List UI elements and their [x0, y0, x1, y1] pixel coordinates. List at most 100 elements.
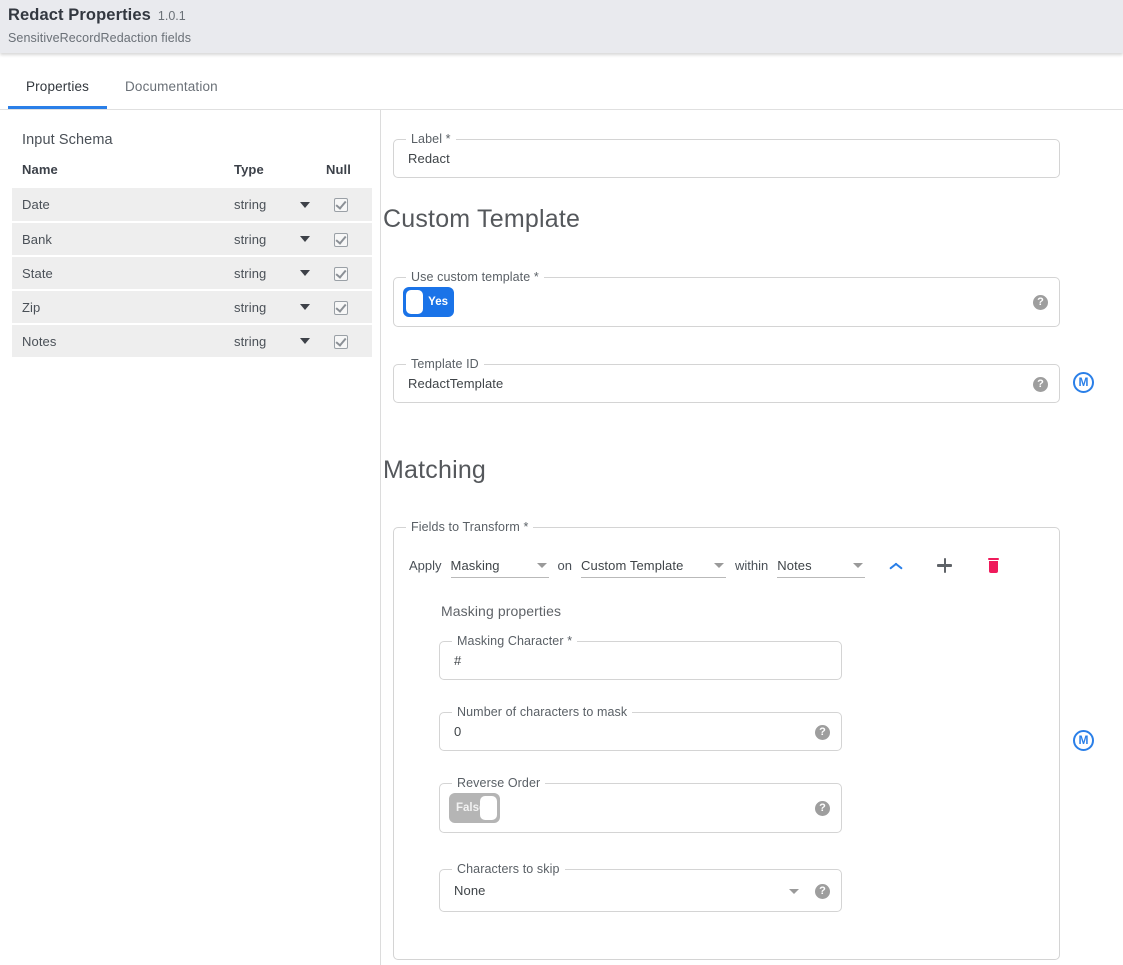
within-select[interactable]: Notes — [777, 553, 865, 578]
template-id-legend: Template ID — [406, 357, 484, 371]
null-checkbox[interactable] — [334, 301, 348, 315]
field-type-cell[interactable]: string — [224, 324, 316, 358]
macro-icon[interactable]: M — [1073, 372, 1094, 393]
number-of-characters-legend: Number of characters to mask — [452, 705, 632, 719]
macro-icon[interactable]: M — [1073, 730, 1094, 751]
within-label: within — [735, 558, 768, 573]
field-null-cell[interactable] — [316, 256, 372, 290]
field-name-cell: Date — [12, 188, 224, 222]
table-row: Zip string — [12, 290, 372, 324]
fields-to-transform-group: Fields to Transform * Apply Masking on C… — [393, 527, 1060, 960]
within-select-value: Notes — [777, 558, 811, 573]
field-null-cell[interactable] — [316, 222, 372, 256]
apply-label: Apply — [409, 558, 442, 573]
use-custom-template-legend: Use custom template * — [406, 270, 544, 284]
help-icon[interactable]: ? — [815, 725, 830, 740]
plugin-title-row: Redact Properties 1.0.1 — [8, 6, 1123, 25]
null-checkbox[interactable] — [334, 198, 348, 212]
field-type-value: string — [234, 334, 300, 349]
help-icon[interactable]: ? — [1033, 295, 1048, 310]
field-null-cell[interactable] — [316, 188, 372, 222]
reverse-order-legend: Reverse Order — [452, 776, 545, 790]
masking-character-legend: Masking Character * — [452, 634, 577, 648]
characters-to-skip-field[interactable]: Characters to skip None ? — [439, 869, 842, 912]
label-field-legend: Label * — [406, 132, 456, 146]
label-field[interactable]: Label * Redact — [393, 139, 1060, 178]
use-custom-template-field: Use custom template * Yes ? — [393, 277, 1060, 327]
input-schema-panel: Input Schema Name Type Null Date string — [0, 110, 381, 965]
field-null-cell[interactable] — [316, 324, 372, 358]
characters-to-skip-legend: Characters to skip — [452, 862, 565, 876]
toggle-knob — [480, 796, 497, 820]
properties-form-panel: Label * Redact Custom Template Use custo… — [381, 110, 1123, 965]
chevron-down-icon[interactable] — [300, 202, 310, 208]
toggle-knob — [406, 290, 423, 314]
field-type-cell[interactable]: string — [224, 290, 316, 324]
tab-documentation-label: Documentation — [125, 79, 218, 94]
input-schema-head: Name Type Null — [12, 162, 372, 188]
number-of-characters-field[interactable]: Number of characters to mask 0 ? — [439, 712, 842, 751]
chevron-down-icon[interactable] — [300, 338, 310, 344]
chevron-down-icon[interactable] — [300, 304, 310, 310]
chevron-down-icon[interactable] — [300, 270, 310, 276]
reverse-order-toggle[interactable]: False — [449, 793, 500, 823]
chevron-down-icon[interactable] — [789, 889, 799, 894]
apply-select[interactable]: Masking — [451, 553, 549, 578]
chevron-down-icon — [537, 563, 547, 568]
field-null-cell[interactable] — [316, 290, 372, 324]
table-header-row: Name Type Null — [12, 162, 372, 188]
delete-icon[interactable] — [987, 558, 1000, 574]
help-icon[interactable]: ? — [815, 801, 830, 816]
column-header-type: Type — [224, 162, 316, 188]
null-checkbox[interactable] — [334, 233, 348, 247]
chevron-down-icon — [714, 563, 724, 568]
characters-to-skip-value: None — [440, 870, 841, 911]
input-schema-body: Date string Bank strin — [12, 188, 372, 358]
chevron-down-icon — [853, 563, 863, 568]
use-custom-template-toggle-label: Yes — [428, 296, 448, 308]
column-header-null: Null — [316, 162, 372, 188]
chevron-down-icon[interactable] — [300, 236, 310, 242]
field-type-cell[interactable]: string — [224, 256, 316, 290]
masking-properties-heading: Masking properties — [441, 603, 561, 619]
field-name-cell: Notes — [12, 324, 224, 358]
help-icon[interactable]: ? — [1033, 377, 1048, 392]
tab-bar: Properties Documentation — [0, 63, 1123, 110]
add-icon[interactable] — [937, 558, 952, 573]
tab-properties-label: Properties — [26, 79, 89, 94]
null-checkbox[interactable] — [334, 335, 348, 349]
use-custom-template-toggle[interactable]: Yes — [403, 287, 454, 317]
chevron-up-icon[interactable] — [889, 562, 902, 570]
on-label: on — [558, 558, 572, 573]
null-checkbox[interactable] — [334, 267, 348, 281]
field-name-cell: State — [12, 256, 224, 290]
body-area: Input Schema Name Type Null Date string — [0, 110, 1123, 965]
on-select[interactable]: Custom Template — [581, 553, 726, 578]
masking-character-field[interactable]: Masking Character * # — [439, 641, 842, 680]
tab-properties[interactable]: Properties — [8, 63, 107, 109]
field-type-value: string — [234, 232, 300, 247]
table-row: Date string — [12, 188, 372, 222]
tab-documentation[interactable]: Documentation — [107, 63, 236, 109]
table-row: Bank string — [12, 222, 372, 256]
field-name-cell: Zip — [12, 290, 224, 324]
field-type-cell[interactable]: string — [224, 222, 316, 256]
reverse-order-field: Reverse Order False ? — [439, 783, 842, 833]
input-schema-title: Input Schema — [22, 132, 370, 148]
label-field-value: Redact — [394, 140, 1059, 177]
matching-heading: Matching — [383, 456, 486, 485]
transform-rule-row: Apply Masking on Custom Template within … — [409, 553, 1049, 578]
field-type-cell[interactable]: string — [224, 188, 316, 222]
fields-to-transform-legend: Fields to Transform * — [406, 520, 533, 534]
table-row: State string — [12, 256, 372, 290]
template-id-value: RedactTemplate — [394, 365, 1059, 402]
page-title: Redact Properties — [8, 6, 151, 25]
field-type-value: string — [234, 300, 300, 315]
apply-select-value: Masking — [451, 558, 500, 573]
plugin-version: 1.0.1 — [158, 9, 186, 23]
help-icon[interactable]: ? — [815, 884, 830, 899]
template-id-field[interactable]: Template ID RedactTemplate ? — [393, 364, 1060, 403]
table-row: Notes string — [12, 324, 372, 358]
field-name-cell: Bank — [12, 222, 224, 256]
field-type-value: string — [234, 197, 300, 212]
